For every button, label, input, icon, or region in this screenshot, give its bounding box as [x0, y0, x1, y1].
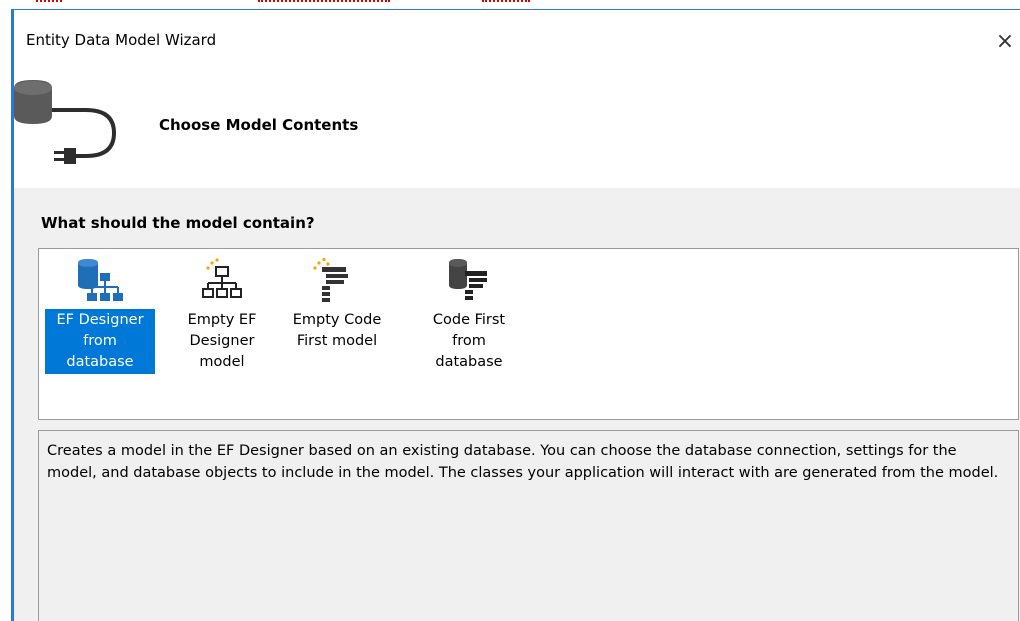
- wizard-header: Choose Model Contents: [14, 66, 1020, 188]
- wizard-heading: Choose Model Contents: [159, 116, 359, 134]
- wizard-dialog: Entity Data Model Wizard × Choose Model …: [14, 10, 1020, 621]
- option-empty-code-first-model[interactable]: Empty Code First model: [277, 249, 387, 389]
- background-text-fragment: [482, 0, 530, 2]
- option-label: EF Designer from database: [45, 309, 155, 374]
- option-label: Empty Code First model: [292, 312, 382, 349]
- option-description: Creates a model in the EF Designer based…: [47, 443, 999, 481]
- option-description-box: Creates a model in the EF Designer based…: [38, 430, 1019, 621]
- background-text-fragment: [258, 0, 390, 2]
- database-plug-icon: [14, 80, 117, 164]
- close-button[interactable]: ×: [990, 22, 1020, 62]
- background-text-fragment: [36, 0, 62, 2]
- wizard-body: What should the model contain? EF Design…: [14, 188, 1020, 621]
- option-empty-ef-designer-model[interactable]: Empty EF Designer model: [167, 249, 277, 389]
- option-label: Empty EF Designer model: [187, 312, 257, 370]
- empty-hierarchy-icon: [202, 258, 242, 298]
- option-label: Code First from database: [432, 312, 506, 370]
- option-code-first-from-database[interactable]: Code First from database: [414, 249, 524, 389]
- option-ef-designer-from-database[interactable]: EF Designer from database: [45, 249, 155, 389]
- window-title: Entity Data Model Wizard: [26, 31, 217, 49]
- empty-code-icon: [313, 257, 348, 302]
- title-bar[interactable]: Entity Data Model Wizard ×: [14, 10, 1020, 66]
- question-label: What should the model contain?: [41, 214, 315, 232]
- database-hierarchy-icon: [78, 259, 123, 301]
- database-code-icon: [449, 259, 487, 300]
- model-contents-list[interactable]: EF Designer from database Empty EF Desig…: [38, 248, 1019, 420]
